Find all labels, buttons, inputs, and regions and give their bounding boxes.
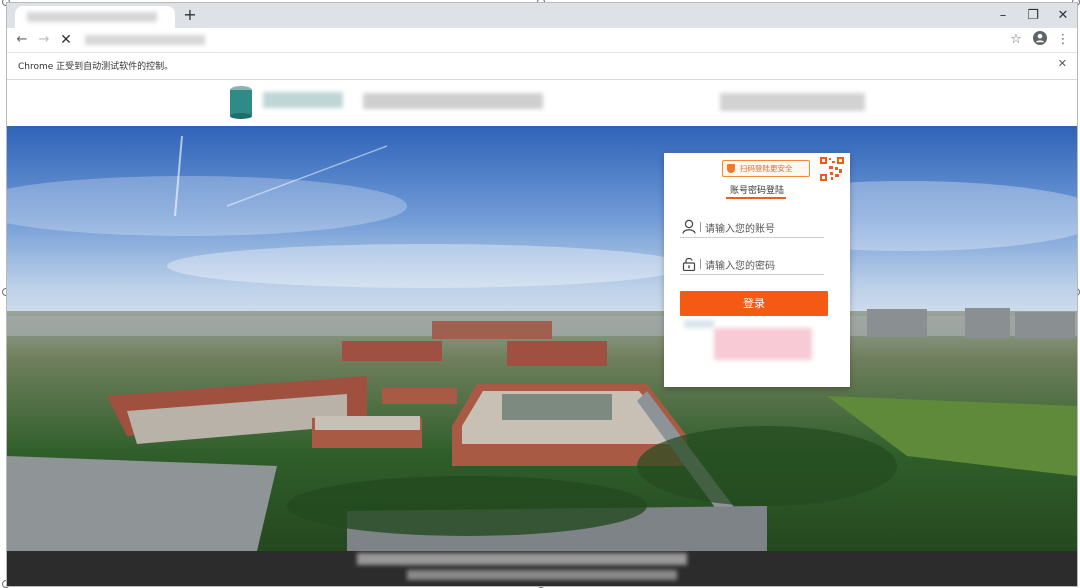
system-title-redacted (363, 93, 543, 109)
bookmark-star-icon[interactable]: ☆ (1007, 31, 1025, 49)
header-link-redacted[interactable] (720, 93, 865, 111)
forward-button[interactable]: → (35, 31, 53, 49)
tab-strip: + – ❐ ✕ (7, 3, 1077, 28)
profile-icon[interactable] (1031, 31, 1049, 49)
browser-window: + – ❐ ✕ ← → ✕ ☆ ⋮ Chrome 正受到自动测试软件的控制。 ✕ (6, 2, 1078, 587)
new-tab-button[interactable]: + (179, 4, 201, 26)
address-bar[interactable] (85, 31, 965, 49)
scan-login-badge[interactable]: 扫码登陆更安全 (722, 160, 810, 177)
campus-banner-image (7, 126, 1077, 551)
tab-account-password[interactable]: 账号密码登陆 (664, 183, 850, 196)
qr-code-icon[interactable] (820, 157, 844, 181)
school-name-redacted (263, 92, 343, 108)
site-header (7, 80, 1077, 126)
login-button[interactable]: 登录 (680, 291, 828, 316)
stop-loading-button[interactable]: ✕ (57, 31, 75, 49)
login-extra-redacted[interactable] (714, 328, 812, 360)
campus-aerial-photo (7, 126, 1077, 551)
footer-text-redacted (357, 553, 687, 565)
login-card: 扫码登陆更安全 账号密码登陆 请输入您的账号 请输入您的密码 登录 (664, 153, 850, 387)
footer-copyright-redacted (407, 570, 677, 580)
school-logo-icon (230, 86, 252, 119)
browser-menu-icon[interactable]: ⋮ (1054, 31, 1072, 49)
password-input-placeholder: 请输入您的密码 (705, 261, 775, 272)
account-input-placeholder: 请输入您的账号 (705, 224, 775, 235)
scan-badge-label: 扫码登陆更安全 (740, 164, 793, 173)
active-tab-underline (726, 197, 786, 199)
login-links-redacted[interactable] (684, 320, 714, 328)
infobar-close-icon[interactable]: ✕ (1058, 57, 1067, 70)
password-field-separator (700, 259, 701, 269)
lock-icon (682, 257, 696, 271)
password-field[interactable]: 请输入您的密码 (680, 254, 824, 275)
tab-title-redacted (27, 12, 157, 22)
active-tab[interactable] (15, 6, 175, 28)
account-field[interactable]: 请输入您的账号 (680, 217, 824, 238)
back-button[interactable]: ← (13, 31, 31, 49)
page-footer (7, 551, 1077, 586)
user-icon (682, 219, 696, 234)
minimize-button[interactable]: – (987, 3, 1019, 28)
automation-infobar: Chrome 正受到自动测试软件的控制。 ✕ (7, 53, 1077, 80)
automation-notice: Chrome 正受到自动测试软件的控制。 (18, 62, 174, 72)
close-window-button[interactable]: ✕ (1047, 3, 1077, 28)
shield-icon (727, 164, 735, 173)
url-redacted (85, 35, 205, 45)
browser-toolbar: ← → ✕ ☆ ⋮ (7, 28, 1077, 53)
account-field-separator (700, 222, 701, 232)
restore-button[interactable]: ❐ (1017, 3, 1049, 28)
